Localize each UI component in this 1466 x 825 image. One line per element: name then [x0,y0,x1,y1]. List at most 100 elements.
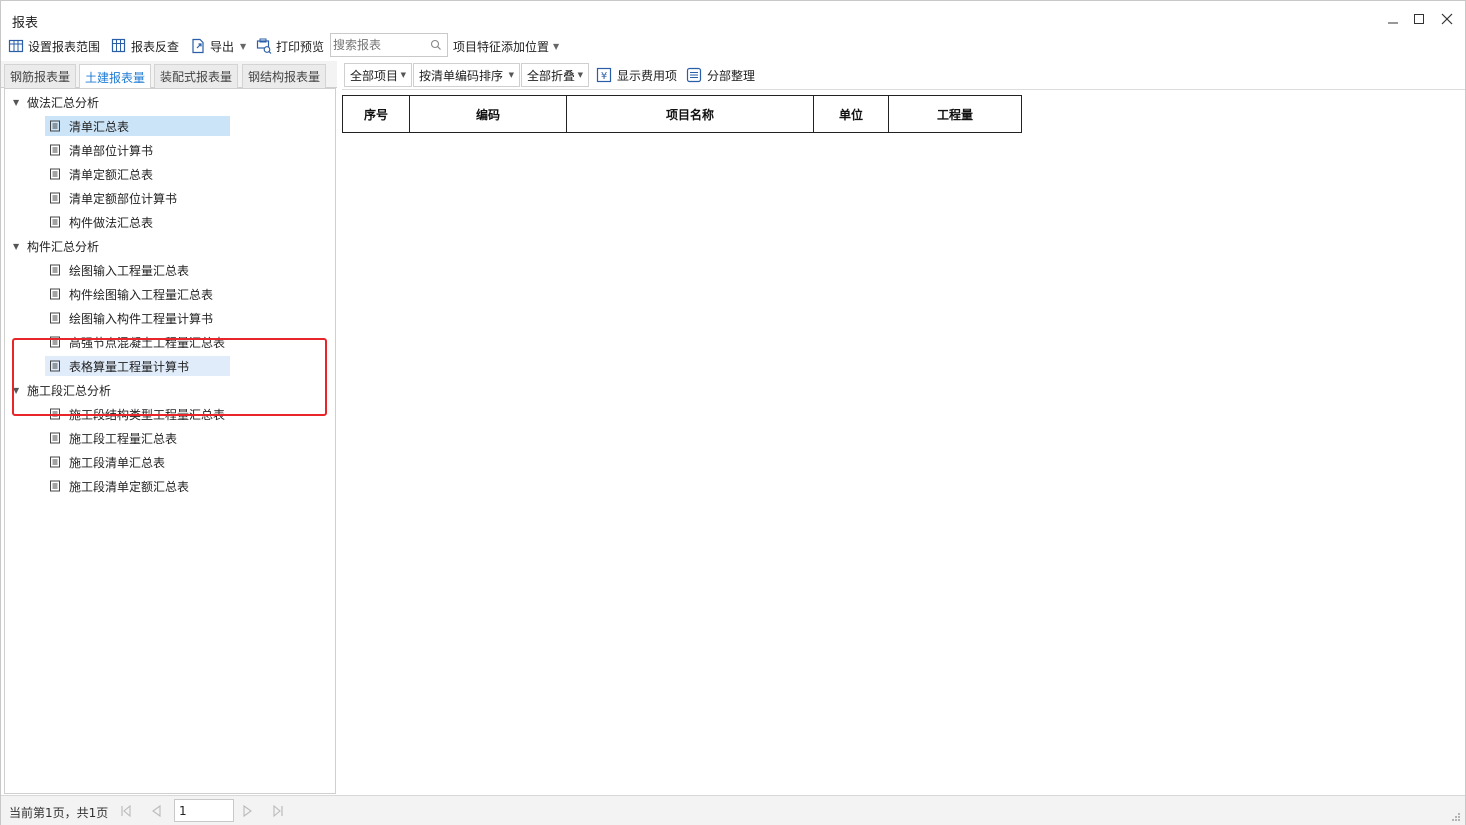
close-icon [1441,13,1453,25]
maximize-button[interactable] [1405,7,1433,31]
resize-grip-icon[interactable] [1451,812,1461,822]
print-preview-button[interactable]: 打印预览 [256,36,324,56]
chevron-down-icon: ▼ [577,71,583,79]
search-input[interactable] [333,36,429,54]
all-items-label: 全部项目 [350,68,399,83]
tree-item[interactable]: 绘图输入工程量汇总表 [45,260,195,280]
tree-item[interactable]: 施工段结构类型工程量汇总表 [45,404,231,424]
tree-group-construction-stage[interactable]: ▼ 施工段汇总分析 [13,380,111,400]
document-icon [50,480,60,492]
grid-settings-icon [8,39,24,53]
tree-item-table-calc[interactable]: 表格算量工程量计算书 [45,356,230,376]
export-label: 导出 [210,39,235,54]
tree-item-label: 清单定额部位计算书 [69,191,178,206]
column-header-quantity[interactable]: 工程量 [888,95,1022,133]
document-icon [50,288,60,300]
tree-group-component[interactable]: ▼ 构件汇总分析 [13,236,99,256]
document-icon [50,192,60,204]
tree-item[interactable]: 构件做法汇总表 [45,212,159,232]
document-icon [50,144,60,156]
title-bar: 报表 [1,1,1465,33]
tree-item-label: 绘图输入构件工程量计算书 [69,311,214,326]
tree-group-label: 做法汇总分析 [27,95,100,110]
tab-civil[interactable]: 土建报表量 [79,64,152,89]
table-header-row: 序号 编码 项目名称 单位 工程量 [342,95,1022,133]
tree-item[interactable]: 施工段工程量汇总表 [45,428,183,448]
all-items-dropdown[interactable]: 全部项目 ▼ [344,63,412,87]
status-bar: 当前第1页，共1页 [1,795,1465,825]
document-icon [50,264,60,276]
organize-list-icon [686,67,702,83]
tree-item[interactable]: 构件绘图输入工程量汇总表 [45,284,219,304]
tree-group-method[interactable]: ▼ 做法汇总分析 [13,92,99,112]
page-info: 当前第1页，共1页 [9,806,109,820]
show-fees-button[interactable]: ¥ 显示费用项 [596,65,677,85]
show-fees-label: 显示费用项 [617,68,678,83]
column-header-code[interactable]: 编码 [409,95,567,133]
first-page-icon[interactable] [119,804,133,818]
export-icon [192,38,204,54]
report-window: 报表 设置报表范围 报表反查 导出 ▼ 打印预览 项目特征添加位置 ▼ 搜索报表… [0,0,1466,825]
chevron-down-icon: ▼ [400,71,406,79]
tree-item[interactable]: 施工段清单定额汇总表 [45,476,195,496]
tab-steel[interactable]: 钢结构报表量 [242,64,327,88]
sort-dropdown[interactable]: 按清单编码排序 ▼ [413,63,520,87]
tree-group-label: 施工段汇总分析 [27,383,112,398]
tree-item-bill-summary[interactable]: 清单汇总表 [45,116,230,136]
collapse-dropdown[interactable]: 全部折叠 ▼ [521,63,589,87]
organize-button[interactable]: 分部整理 [686,65,755,85]
tree-group-label: 构件汇总分析 [27,239,100,254]
document-icon [50,120,60,132]
tree-item-label: 绘图输入工程量汇总表 [69,263,190,278]
expand-arrow-icon: ▼ [13,241,20,251]
tree-item[interactable]: 施工段清单汇总表 [45,452,171,472]
tree-item[interactable]: 清单定额汇总表 [45,164,159,184]
tree-item-label: 清单汇总表 [69,119,130,134]
main-toolbar: 设置报表范围 报表反查 导出 ▼ 打印预览 项目特征添加位置 ▼ [1,33,1465,59]
minimize-icon [1388,22,1398,24]
document-icon [50,216,60,228]
expand-arrow-icon: ▼ [13,97,20,107]
tree-item-label: 清单定额汇总表 [69,167,154,182]
tab-prefab[interactable]: 装配式报表量 [154,64,239,88]
feature-position-caret-icon: ▼ [553,41,560,51]
yen-fee-icon: ¥ [596,67,612,83]
tree-item[interactable]: 高强节点混凝土工程量汇总表 [45,332,231,352]
column-header-index[interactable]: 序号 [342,95,410,133]
tree-item-label: 高强节点混凝土工程量汇总表 [69,335,226,350]
organize-label: 分部整理 [707,68,756,83]
tree-item[interactable]: 绘图输入构件工程量计算书 [45,308,219,328]
tab-rebar[interactable]: 钢筋报表量 [4,64,77,88]
feature-position-dropdown[interactable]: 项目特征添加位置 ▼ [453,36,559,56]
page-number-input[interactable] [174,799,234,822]
document-icon [50,336,60,348]
export-button[interactable]: 导出 ▼ [190,36,246,56]
tree-item-label: 构件绘图输入工程量汇总表 [69,287,214,302]
document-icon [50,408,60,420]
tree-item-label: 构件做法汇总表 [69,215,154,230]
table-search-icon [111,38,126,53]
document-icon [50,168,60,180]
next-page-icon[interactable] [241,804,255,818]
print-preview-icon [256,38,272,54]
report-tree-panel: ▼ 做法汇总分析 清单汇总表 清单部位计算书 清单定额汇总表 清单定额部位计算书… [4,88,336,794]
reverse-check-label: 报表反查 [131,39,180,54]
minimize-button[interactable] [1379,7,1407,31]
set-range-button[interactable]: 设置报表范围 [8,36,100,56]
tree-item[interactable]: 清单定额部位计算书 [45,188,183,208]
window-title: 报表 [12,16,39,31]
reverse-check-button[interactable]: 报表反查 [111,36,179,56]
report-content-area: 序号 编码 项目名称 单位 工程量 [342,89,1465,794]
last-page-icon[interactable] [271,804,285,818]
maximize-icon [1414,14,1424,24]
tree-item-label: 表格算量工程量计算书 [69,359,190,374]
column-header-item-name[interactable]: 项目名称 [566,95,814,133]
close-button[interactable] [1433,7,1461,31]
document-icon [50,432,60,444]
report-toolbar: 全部项目 ▼ 按清单编码排序 ▼ 全部折叠 ▼ ¥ 显示费用项 分部整理 [342,61,1465,89]
previous-page-icon[interactable] [149,804,163,818]
tree-item[interactable]: 清单部位计算书 [45,140,159,160]
report-table: 序号 编码 项目名称 单位 工程量 [342,95,1022,133]
column-header-unit[interactable]: 单位 [813,95,889,133]
tree-item-label: 施工段清单定额汇总表 [69,479,190,494]
